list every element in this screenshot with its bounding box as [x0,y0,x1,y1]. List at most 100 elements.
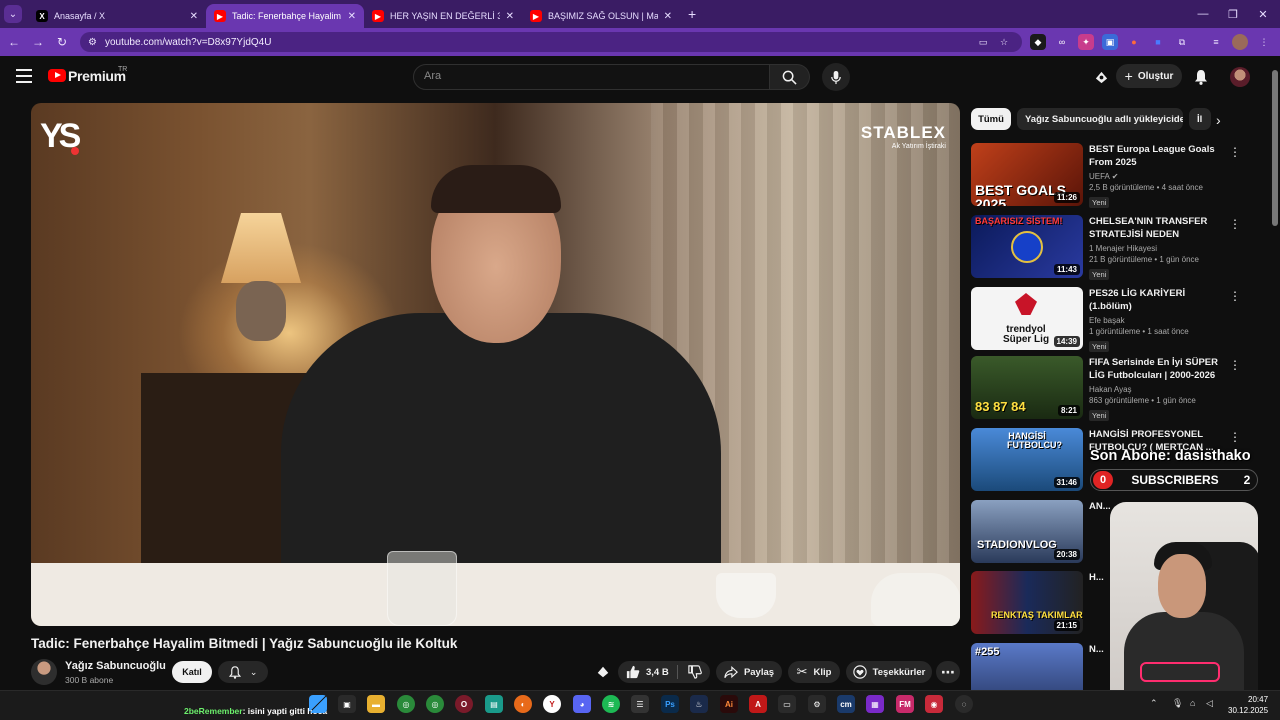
extension-icon[interactable]: ■ [1150,34,1166,50]
scrollbar-thumb[interactable] [1272,70,1278,226]
channel-name[interactable]: Hakan Ayaş [1089,385,1229,394]
more-options-icon[interactable]: ⋮ [1229,430,1241,444]
chrome-profile-icon[interactable]: ◎ [426,695,444,713]
voice-search-button[interactable] [822,63,850,91]
back-button[interactable]: ← [2,30,26,54]
close-window-button[interactable]: ✕ [1246,0,1280,28]
create-button[interactable]: + Oluştur [1116,64,1182,88]
app-icon[interactable]: ▤ [485,695,503,713]
extension-icon[interactable]: ● [1126,34,1142,50]
video-thumbnail[interactable]: BEST GOALS 2025 11:26 [971,143,1083,206]
illustrator-icon[interactable]: Ai [720,695,738,713]
share-button[interactable]: Paylaş [716,661,782,683]
camera-app-icon[interactable]: ▭ [778,695,796,713]
tray-volume-icon[interactable]: ◁ [1206,698,1213,709]
opera-icon[interactable]: O [455,695,473,713]
like-button[interactable]: 3,4 B [626,665,669,679]
task-view-icon[interactable]: ▣ [338,695,356,713]
video-thumbnail[interactable]: RENKTAŞ TAKIMLAR 21:15 [971,571,1083,634]
extensions-puzzle-icon[interactable]: ⧉ [1174,34,1190,50]
system-clock[interactable]: 20:47 30.12.2025 [1228,694,1268,716]
cast-icon[interactable]: ▭ [975,34,991,50]
profile-avatar[interactable] [1232,34,1248,50]
more-options-icon[interactable]: ⋮ [1229,358,1241,372]
extension-icon[interactable]: ∞ [1054,34,1070,50]
more-options-icon[interactable]: ⋮ [1229,217,1241,231]
chip-from-uploader[interactable]: Yağız Sabuncuoğlu adlı yükleyiciden [1017,108,1183,130]
bookmark-star-icon[interactable]: ☆ [996,34,1012,50]
discord-icon[interactable]: ◕ [573,695,591,713]
minimize-button[interactable]: — [1186,0,1220,28]
youtube-logo-icon[interactable] [48,69,66,82]
tab-youtube-active[interactable]: ▶ Tadic: Fenerbahçe Hayalim Bitmedi | Ya… [206,4,364,28]
menu-icon[interactable] [16,69,32,83]
close-tab-icon[interactable]: ✕ [664,11,672,22]
recommendation-item[interactable]: BEST GOALS 2025 11:26 BEST Europa League… [971,143,1261,208]
yandex-icon[interactable]: Y [543,695,561,713]
cast-mode-icon[interactable] [1092,68,1110,86]
reload-button[interactable]: ↻ [50,30,74,54]
video-title[interactable]: FIFA Serisinde En İyi SÜPER LİG Futbolcu… [1089,356,1229,382]
video-player[interactable]: YS STABLEX Ak Yatırım İştiraki [31,103,960,626]
video-thumbnail[interactable]: BAŞARISIZ SİSTEM! 11:43 [971,215,1083,278]
channel-avatar[interactable] [31,659,57,685]
site-info-icon[interactable]: ⚙ [88,37,97,48]
tray-chevron-icon[interactable]: ⌃ [1150,698,1158,709]
video-thumbnail[interactable]: HANGİSİ FUTBOLCU? 31:46 [971,428,1083,491]
dislike-button[interactable] [688,665,702,679]
browser-menu-icon[interactable]: ⋮ [1256,34,1272,50]
video-thumbnail[interactable]: STADIONVLOG 20:38 [971,500,1083,563]
video-title[interactable]: PES26 LİG KARİYERİ (1.bölüm) [1089,287,1229,313]
video-title[interactable]: BEST Europa League Goals From 2025 [1089,143,1229,169]
channel-name[interactable]: Yağız Sabuncuoğlu [65,660,166,672]
recommendation-item[interactable]: trendyol Süper Lig 14:39 PES26 LİG KARİY… [971,287,1261,352]
tab-twitter[interactable]: X Anasayfa / X ✕ [28,4,206,28]
app-icon[interactable]: ☰ [631,695,649,713]
video-thumbnail[interactable]: trendyol Süper Lig 14:39 [971,287,1083,350]
spotify-icon[interactable]: ≋ [602,695,620,713]
ai-sparkle-button[interactable] [596,661,614,683]
tray-network-icon[interactable]: ⌂ [1190,698,1195,708]
extension-icon[interactable]: ✦ [1078,34,1094,50]
more-actions-button[interactable]: ⋯ [936,661,960,683]
recommendation-item[interactable]: 83 87 84 8:21 FIFA Serisinde En İyi SÜPE… [971,356,1261,421]
reading-list-icon[interactable]: ≡ [1208,34,1224,50]
extension-icon[interactable]: ◆ [1030,34,1046,50]
search-box[interactable] [413,64,770,90]
channel-name[interactable]: UEFA [1089,172,1109,181]
account-avatar[interactable] [1230,67,1250,87]
close-tab-icon[interactable]: ✕ [190,11,198,22]
chip-related[interactable]: İl [1189,108,1211,130]
thanks-button[interactable]: Teşekkürler [846,661,932,683]
steam-icon[interactable]: ♨ [690,695,708,713]
close-tab-icon[interactable]: ✕ [506,11,514,22]
file-explorer-icon[interactable]: ▬ [367,695,385,713]
forward-button[interactable]: → [26,30,50,54]
tab-search-button[interactable]: ⌄ [4,5,22,23]
more-options-icon[interactable]: ⋮ [1229,145,1241,159]
settings-gear-icon[interactable]: ⚙ [808,695,826,713]
join-button[interactable]: Katıl [172,661,212,683]
photoshop-icon[interactable]: Ps [661,695,679,713]
video-title[interactable]: CHELSEA'NIN TRANSFER STRATEJİSİ NEDEN BA… [1089,215,1229,241]
new-tab-button[interactable]: + [688,6,696,22]
firefox-icon[interactable]: ◐ [514,695,532,713]
notifications-bell-icon[interactable] [1192,68,1210,86]
more-options-icon[interactable]: ⋮ [1229,289,1241,303]
obs-icon[interactable]: ◌ [955,695,973,713]
channel-name[interactable]: 1 Menajer Hikayesi [1089,244,1229,253]
recommendation-item[interactable]: BAŞARISIZ SİSTEM! 11:43 CHELSEA'NIN TRAN… [971,215,1261,280]
chevron-right-icon[interactable]: › [1216,112,1221,128]
tray-mic-icon[interactable]: 🎙 [1172,698,1183,709]
extension-icon[interactable]: ▣ [1102,34,1118,50]
app-icon[interactable]: FM [896,695,914,713]
acrobat-icon[interactable]: A [749,695,767,713]
page-scrollbar[interactable] [1270,56,1280,690]
chrome-icon[interactable]: ◎ [397,695,415,713]
close-tab-icon[interactable]: ✕ [348,11,356,22]
app-icon[interactable]: ▦ [866,695,884,713]
video-thumbnail[interactable]: 83 87 84 8:21 [971,356,1083,419]
clip-button[interactable]: ✂ Klip [788,661,840,683]
recorder-icon[interactable]: ◉ [925,695,943,713]
maximize-button[interactable]: ❐ [1216,0,1250,28]
